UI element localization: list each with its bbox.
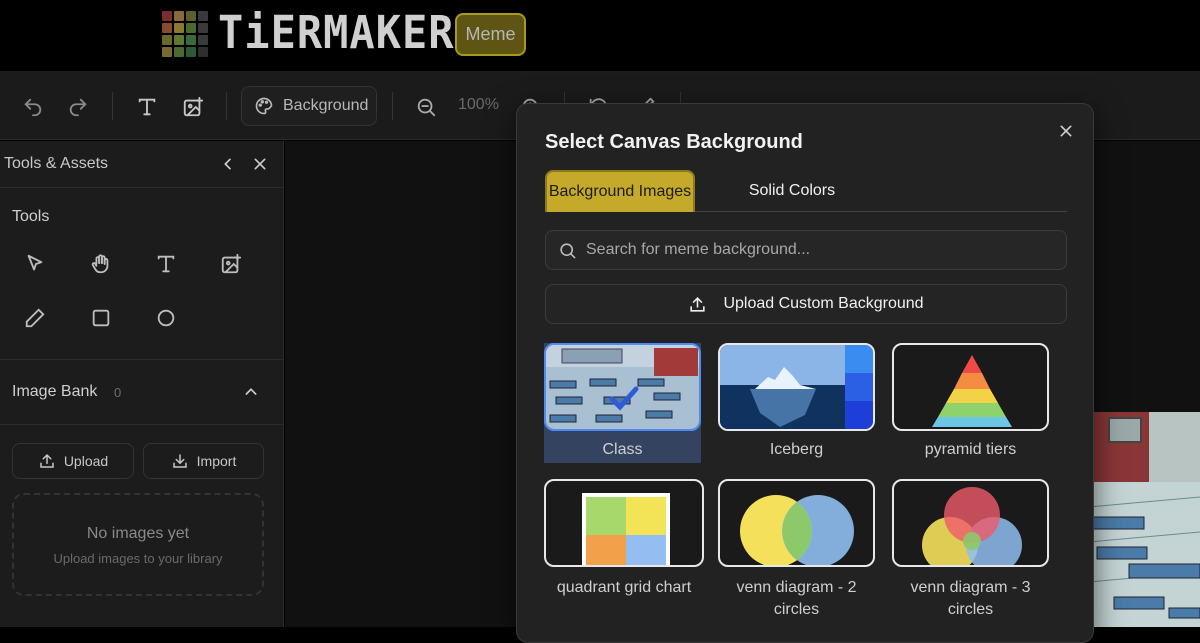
pencil-icon[interactable] (24, 307, 46, 329)
zoom-level: 100% (458, 96, 499, 113)
upload-button[interactable]: Upload (12, 443, 134, 479)
background-button-label: Background (283, 97, 369, 114)
logo-tile (162, 11, 172, 21)
logo-tile (174, 35, 184, 45)
background-card-iceberg[interactable]: Iceberg (718, 343, 875, 463)
background-label: venn diagram - 3 circles (910, 579, 1031, 618)
logo-tile (186, 35, 196, 45)
image-bank-header[interactable]: Image Bank (12, 383, 97, 401)
logo-text[interactable]: TiERMAKER (218, 6, 455, 59)
logo-tile (174, 47, 184, 57)
iceberg-thumbnail (718, 343, 875, 431)
import-button-label: Import (196, 453, 237, 469)
canvas-background-image[interactable] (1089, 412, 1200, 627)
rectangle-icon[interactable] (90, 307, 112, 329)
logo-tile (162, 47, 172, 57)
sidebar-divider (0, 359, 284, 360)
tools-header: Tools (12, 208, 50, 225)
close-icon[interactable] (1058, 123, 1074, 139)
upload-icon (40, 453, 54, 468)
background-label: Iceberg (769, 441, 824, 458)
toolbar-divider (112, 92, 113, 120)
tools-sidebar: Tools & Assets Tools Image Bank 0 Upload… (0, 141, 284, 627)
background-card-pyramid-tiers[interactable]: pyramid tiers (892, 343, 1049, 463)
empty-state-title: No images yet (86, 525, 190, 542)
logo-tile (198, 11, 208, 21)
toolbar-divider (226, 92, 227, 120)
class-thumbnail (544, 343, 701, 431)
meme-badge[interactable]: Meme (455, 13, 526, 56)
add-image-tool-icon[interactable] (220, 253, 242, 275)
logo-tile (198, 47, 208, 57)
text-tool-icon[interactable] (155, 253, 177, 275)
venn-3-thumbnail (892, 479, 1049, 567)
background-button[interactable]: Background (241, 86, 377, 126)
modal-title: Select Canvas Background (545, 131, 803, 153)
undo-icon[interactable] (22, 96, 44, 118)
close-sidebar-icon[interactable] (252, 156, 268, 172)
image-bank-count: 0 (114, 385, 122, 400)
hand-icon[interactable] (90, 253, 112, 275)
chevron-up-icon[interactable] (243, 384, 259, 400)
logo-tile (174, 11, 184, 21)
background-card-class[interactable]: Class (544, 343, 701, 463)
upload-button-label: Upload (63, 453, 109, 469)
upload-custom-background-label: Upload Custom Background (723, 295, 924, 312)
quadrant-thumbnail (544, 479, 704, 567)
background-label: pyramid tiers (924, 441, 1017, 458)
background-tabs: Background Images Solid Colors (545, 170, 1067, 212)
zoom-out-icon[interactable] (415, 96, 437, 118)
logo-tile (162, 23, 172, 33)
upload-custom-background-button[interactable]: Upload Custom Background (545, 284, 1067, 324)
upload-icon (690, 296, 706, 312)
search-icon (560, 243, 576, 259)
site-header: TiERMAKER Meme (0, 0, 1200, 72)
logo-tile (198, 23, 208, 33)
toolbar-divider (392, 92, 393, 120)
background-label: Class (602, 441, 643, 458)
search-box (545, 230, 1067, 270)
logo-icon[interactable] (162, 11, 212, 59)
sidebar-divider (0, 424, 284, 425)
logo-tile (162, 35, 172, 45)
empty-state-subtitle: Upload images to your library (53, 551, 223, 566)
pyramid-thumbnail (892, 343, 1049, 431)
text-icon[interactable] (136, 96, 158, 118)
tab-solid-colors[interactable]: Solid Colors (723, 170, 861, 212)
logo-tile (186, 11, 196, 21)
tab-background-images[interactable]: Background Images (545, 170, 695, 212)
background-card-venn-3[interactable]: venn diagram - 3 circles (892, 479, 1049, 619)
background-card-venn-2[interactable]: venn diagram - 2 circles (718, 479, 875, 619)
pointer-icon[interactable] (24, 253, 46, 275)
background-card-quadrant-grid-chart[interactable]: quadrant grid chart (544, 479, 704, 619)
circle-icon[interactable] (155, 307, 177, 329)
image-dropzone[interactable]: No images yet Upload images to your libr… (12, 493, 264, 596)
background-modal: Select Canvas Background Background Imag… (516, 103, 1094, 643)
logo-tile (174, 23, 184, 33)
palette-icon (255, 97, 273, 115)
download-icon (172, 454, 187, 468)
venn-2-thumbnail (718, 479, 875, 567)
background-label: venn diagram - 2 circles (736, 579, 857, 618)
import-button[interactable]: Import (143, 443, 264, 479)
redo-icon[interactable] (67, 96, 89, 118)
sidebar-title: Tools & Assets (4, 155, 109, 172)
collapse-sidebar-icon[interactable] (220, 156, 236, 172)
logo-tile (198, 35, 208, 45)
search-input[interactable] (586, 231, 1056, 269)
background-label: quadrant grid chart (556, 579, 692, 596)
logo-tile (186, 23, 196, 33)
add-image-icon[interactable] (182, 96, 204, 118)
logo-tile (186, 47, 196, 57)
sidebar-divider (0, 187, 284, 188)
